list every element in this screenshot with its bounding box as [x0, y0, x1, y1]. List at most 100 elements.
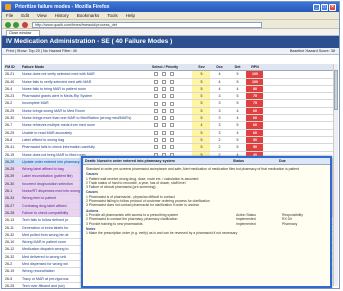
sev-value: 5: [192, 107, 210, 115]
failure-mode-link[interactable]: Pharmacist fails to check information ca…: [21, 144, 151, 150]
sev-value: 5: [192, 144, 210, 151]
address-bar[interactable]: http://www.qualh.com/fmea/fmeaold/proces…: [32, 21, 262, 28]
priority-checkbox[interactable]: [154, 130, 158, 135]
rpn-value: 100: [246, 78, 263, 85]
rpn-value: 60: [246, 115, 263, 122]
fm-id: 26-2: [5, 262, 13, 267]
table-row[interactable]: 26-40 Nurse fails to verify selected med …: [4, 78, 337, 86]
priority-checkbox[interactable]: [162, 138, 166, 143]
table-row[interactable]: 26-41 Pharmacist fails to check informati…: [4, 144, 337, 152]
minimize-icon[interactable]: _: [313, 3, 320, 11]
failure-mode-link[interactable]: Nurse fails to verify selected med with …: [21, 79, 151, 85]
rpn-value: 75: [246, 93, 263, 100]
priority-checkbox[interactable]: [162, 79, 166, 84]
forward-icon[interactable]: [13, 21, 19, 28]
failure-mode-link[interactable]: Unable to read MAR accurately: [21, 130, 151, 136]
col-header-occ[interactable]: Occ: [210, 64, 228, 70]
failure-mode-link[interactable]: Nurse fails to bring MAR to patient room: [21, 86, 151, 92]
popup-header: Death: Nurse/rx order entered into pharm…: [83, 158, 330, 165]
priority-checkbox[interactable]: [170, 130, 174, 135]
priority-checkbox[interactable]: [170, 94, 174, 99]
priority-checkbox[interactable]: [154, 72, 158, 77]
priority-checkbox[interactable]: [154, 145, 158, 150]
failure-mode-link[interactable]: Nurse brings wrong MAR to Med Room: [21, 108, 151, 114]
priority-checkbox[interactable]: [154, 86, 158, 91]
failure-mode-link[interactable]: Label affixed to wrong bag: [21, 137, 151, 143]
subheader: Print | Show: Top 20 | No Hazard Filter:…: [2, 48, 339, 55]
priority-checkbox[interactable]: [154, 123, 158, 128]
priority-checkbox[interactable]: [170, 79, 174, 84]
menu-item-view[interactable]: View: [37, 12, 47, 19]
priority-checkbox[interactable]: [154, 138, 158, 143]
priority-checkbox[interactable]: [162, 94, 166, 99]
table-row[interactable]: 26-25 Unable to read MAR accurately 5 3 4 60: [4, 129, 337, 137]
failure-mode-link[interactable]: Nurse does not verify selected med with …: [21, 71, 151, 77]
popup-intro: Standard to order pre-screens pharmacist…: [86, 167, 299, 171]
failure-mode-link[interactable]: Pharmacist grants alert in Meds-Rip Syst…: [21, 93, 151, 99]
priority-checkbox[interactable]: [154, 101, 158, 106]
fm-id: 26-28: [5, 210, 15, 215]
filter-links[interactable]: Print | Show: Top 20 | No Hazard Filter:…: [6, 49, 77, 53]
table-row[interactable]: 26-23 Pharmacist grants alert in Meds-Rip…: [4, 93, 337, 101]
menu-item-history[interactable]: History: [55, 12, 69, 19]
failure-mode-link[interactable]: Nurse retrieves multiple meds from med r…: [21, 122, 151, 128]
table-row[interactable]: 26-7 Nurse retrieves multiple meds from m…: [4, 122, 337, 130]
popup-body: Standard to order pre-screens pharmacist…: [83, 165, 330, 237]
tab-close-window[interactable]: Close window: [6, 30, 40, 36]
stop-icon[interactable]: [22, 21, 28, 28]
table-row[interactable]: 26-8 Label affixed to wrong bag 5 2 5 50: [4, 136, 337, 145]
priority-checkbox[interactable]: [162, 116, 166, 121]
table-row[interactable]: 26-4 Nurse fails to bring MAR to patient …: [4, 85, 337, 94]
occ-value: 3: [218, 94, 221, 99]
priority-checkbox[interactable]: [170, 86, 174, 91]
menu-item-edit[interactable]: Edit: [21, 12, 29, 19]
occ-value: 2: [218, 145, 221, 150]
table-row[interactable]: 26-2 Incomplete MAR 5 3 5 75: [4, 100, 337, 108]
col-header-det[interactable]: Det: [228, 64, 246, 70]
maximize-icon[interactable]: □: [321, 3, 328, 11]
occ-value: 3: [218, 130, 221, 135]
priority-checkbox[interactable]: [154, 79, 158, 84]
priority-checkbox[interactable]: [170, 145, 174, 150]
menu-item-tools[interactable]: Tools: [107, 12, 118, 19]
col-header-id[interactable]: FM ID: [4, 64, 21, 70]
failure-mode-link[interactable]: Nurse brings more than one MAR to MedSta…: [21, 115, 151, 121]
scrollbar-thumb[interactable]: [334, 70, 338, 110]
table-row[interactable]: 26-30 Nurse brings more than one MAR to M…: [4, 115, 337, 123]
priority-checkbox[interactable]: [162, 86, 166, 91]
back-icon[interactable]: [5, 21, 11, 28]
scrollbar[interactable]: [333, 64, 338, 286]
col-header-fm[interactable]: Failure Mode: [21, 64, 151, 70]
priority-checkbox[interactable]: [162, 123, 166, 128]
priority-checkbox[interactable]: [170, 72, 174, 77]
priority-checkbox[interactable]: [170, 116, 174, 121]
priority-checkbox[interactable]: [154, 94, 158, 99]
det-value: 5: [236, 123, 239, 128]
priority-checkbox[interactable]: [162, 130, 166, 135]
menu-item-file[interactable]: File: [6, 12, 13, 19]
priority-checkbox[interactable]: [162, 101, 166, 106]
priority-checkbox[interactable]: [162, 108, 166, 113]
fm-id: 26-25: [5, 130, 15, 135]
det-value: 4: [236, 116, 239, 121]
close-icon[interactable]: ×: [329, 3, 336, 11]
failure-mode-link[interactable]: Incomplete MAR: [21, 100, 151, 106]
menu-item-bookmarks[interactable]: Bookmarks: [77, 12, 100, 19]
col-header-sev[interactable]: Sev: [192, 64, 210, 70]
fm-id: 26-27: [5, 203, 15, 208]
fm-id: 26-32: [5, 254, 15, 259]
table-row[interactable]: 26-21 Nurse does not verify selected med …: [4, 71, 337, 79]
menu-item-help[interactable]: Help: [126, 12, 135, 19]
priority-checkbox[interactable]: [170, 123, 174, 128]
table-row[interactable]: 26-29 Nurse brings wrong MAR to Med Room 5…: [4, 107, 337, 116]
priority-checkbox[interactable]: [162, 145, 166, 150]
priority-checkbox[interactable]: [154, 108, 158, 113]
priority-checkbox[interactable]: [162, 72, 166, 77]
col-header-rpn[interactable]: RPN: [246, 64, 263, 70]
action-text: 3 Provide training to new pharmacists: [86, 221, 143, 226]
priority-checkbox[interactable]: [170, 138, 174, 143]
priority-checkbox[interactable]: [170, 108, 174, 113]
table-header: FM ID Failure Mode Select / Priority Sev…: [4, 64, 337, 72]
priority-checkbox[interactable]: [170, 101, 174, 106]
priority-checkbox[interactable]: [154, 116, 158, 121]
